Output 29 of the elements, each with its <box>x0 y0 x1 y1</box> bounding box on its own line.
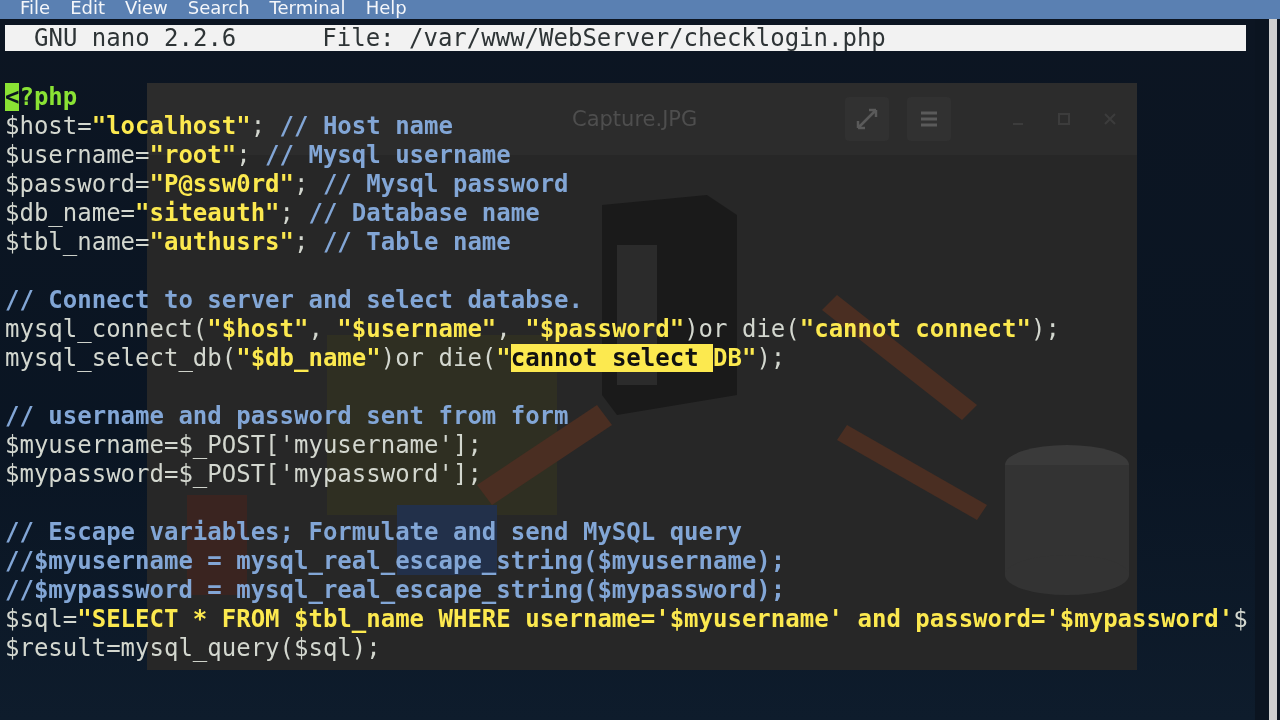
code-line: <?php <box>5 83 78 112</box>
file-path: File: /var/www/WebServer/checklogin.php <box>322 25 886 51</box>
code-line: $password="P@ssw0rd"; // Mysql password <box>5 170 569 199</box>
code-line: $myusername=$_POST['myusername']; <box>5 431 482 460</box>
menu-icon <box>919 110 939 128</box>
menu-item[interactable]: Terminal <box>259 0 356 18</box>
menu-item[interactable]: Search <box>177 0 260 18</box>
code-line: mysql_select_db("$db_name")or die("cannot select DB"); <box>5 344 786 373</box>
code-line: $tbl_name="authusrs"; // Table name <box>5 228 511 257</box>
code-line: //$myusername = mysql_real_escape_string($myusername); <box>5 547 786 576</box>
code-line: $sql="SELECT * FROM $tbl_name WHERE username='$myusername' and password='$mypassword'$ <box>5 605 1248 634</box>
code-line: $result=mysql_query($sql); <box>5 634 381 663</box>
editor-version: GNU nano 2.2.6 <box>34 25 237 51</box>
menu-item[interactable]: Help <box>355 0 417 18</box>
expand-icon <box>855 107 879 131</box>
code-line: //$mypassword = mysql_real_escape_string($mypassword); <box>5 576 786 605</box>
code-line: mysql_connect("$host", "$username", "$password")or die("cannot connect"); <box>5 315 1060 344</box>
code-line: // Escape variables; Formulate and send MySQL query <box>5 518 742 547</box>
menu-item[interactable]: View <box>115 0 178 18</box>
code-line: // Connect to server and select databse. <box>5 286 583 315</box>
code-line: $username="root"; // Mysql username <box>5 141 511 170</box>
menu-item[interactable]: File <box>10 0 61 18</box>
code-line: $host="localhost"; // Host name <box>5 112 453 141</box>
menu-button[interactable] <box>907 97 951 141</box>
menu-item[interactable]: Edit <box>60 0 115 18</box>
code-line: // username and password sent from form <box>5 402 569 431</box>
code-line: $db_name="siteauth"; // Database name <box>5 199 540 228</box>
fullscreen-button[interactable] <box>845 97 889 141</box>
code-line: $mypassword=$_POST['mypassword']; <box>5 460 482 489</box>
